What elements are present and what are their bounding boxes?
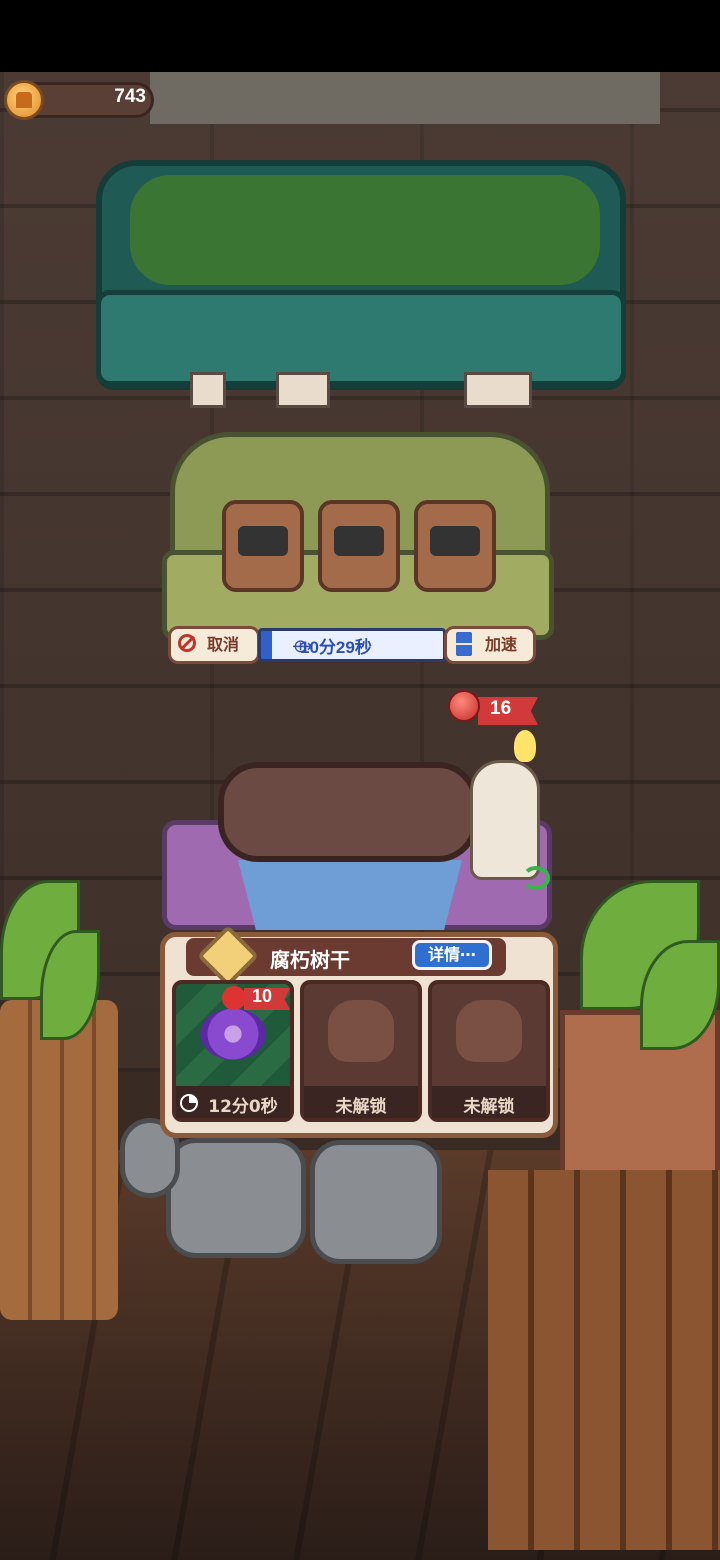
- blue-cloth: [238, 860, 462, 930]
- furnace-pot-icon: [222, 500, 304, 592]
- slot-time-label: 12分0秒: [208, 1097, 278, 1117]
- wooden-fence: [488, 1170, 720, 1550]
- rock: [166, 1138, 306, 1258]
- rotten-log[interactable]: [218, 762, 478, 862]
- vine-decoration: [130, 175, 600, 285]
- slot-locked-label: 未解锁: [463, 1097, 515, 1117]
- hourglass-icon: [456, 632, 472, 656]
- cancel-icon: [178, 634, 196, 652]
- apple-count: 16: [490, 698, 512, 719]
- furnace-pot-icon: [318, 500, 400, 592]
- clock-icon: [180, 1094, 198, 1112]
- note-paper-icon: [276, 372, 330, 408]
- locked-item-silhouette-icon: [328, 1000, 394, 1062]
- house-coin-icon: [4, 80, 44, 120]
- apple-icon: [222, 986, 246, 1010]
- lamp-character[interactable]: [470, 760, 540, 880]
- barrel-planter: [0, 1000, 118, 1320]
- slot-locked-label: 未解锁: [335, 1097, 387, 1117]
- purple-mushroom-icon: [200, 1008, 266, 1060]
- candle-flame-icon: [514, 730, 536, 762]
- apple-icon: [448, 690, 480, 722]
- details-button[interactable]: 详情⋯: [412, 940, 492, 970]
- panel-title: 腐朽树干: [270, 948, 350, 972]
- refresh-icon[interactable]: [522, 866, 550, 890]
- note-paper-icon: [190, 372, 226, 408]
- craft-timer: 10分29秒: [300, 638, 372, 657]
- slot-apple-count: 10: [252, 986, 273, 1006]
- status-bar: [0, 0, 720, 72]
- currency-value: 743: [114, 86, 146, 107]
- note-paper-icon: [464, 372, 532, 408]
- rock: [310, 1140, 442, 1264]
- furnace-pot-icon: [414, 500, 496, 592]
- teal-bench-base: [96, 290, 626, 386]
- checkered-bunting: [150, 72, 660, 124]
- locked-item-silhouette-icon: [456, 1000, 522, 1062]
